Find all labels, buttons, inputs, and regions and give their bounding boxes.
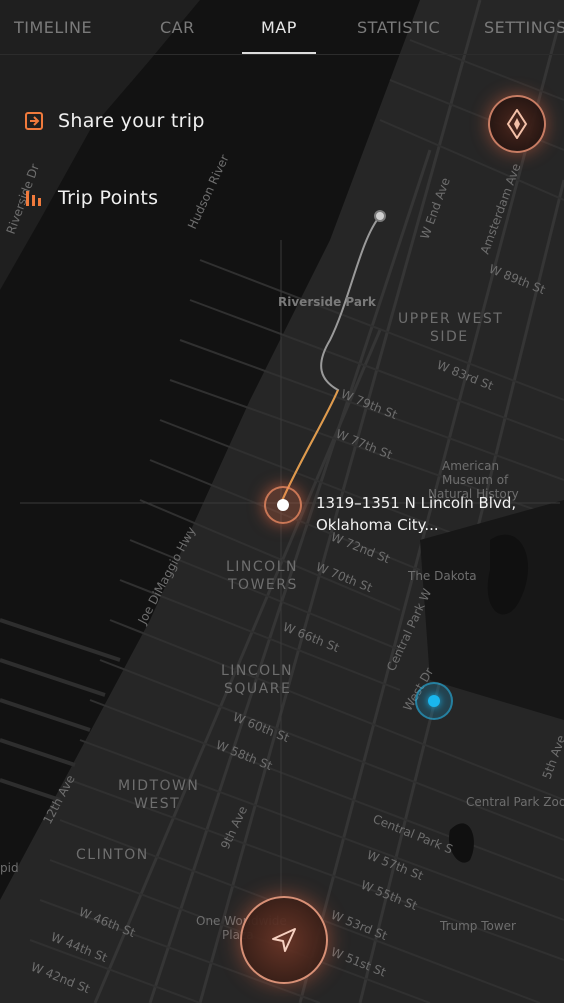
trip-points-icon xyxy=(26,191,41,206)
active-tab-indicator xyxy=(242,52,316,54)
current-location-dot xyxy=(428,695,440,707)
map-label-riverside-park: Riverside Park xyxy=(278,295,377,309)
top-navigation: TIMELINE CAR MAP STATISTIC SETTINGS xyxy=(0,0,564,55)
map-label-midtown-1: MIDTOWN xyxy=(118,778,199,794)
map-label-lincoln-towers-1: LINCOLN xyxy=(226,559,298,575)
map-label-clinton: CLINTON xyxy=(76,847,149,863)
address-line-1: 1319–1351 N Lincoln Blvd, xyxy=(316,494,517,512)
tab-statistic[interactable]: STATISTIC xyxy=(357,18,440,37)
map-label-lincoln-square-2: SQUARE xyxy=(224,681,291,697)
map-label-midtown-2: WEST xyxy=(134,796,180,812)
trip-point-marker-core xyxy=(277,499,289,511)
locate-me-button[interactable] xyxy=(240,896,328,984)
tab-timeline[interactable]: TIMELINE xyxy=(14,18,92,37)
map-label-zoo: Central Park Zoo xyxy=(466,795,564,809)
trip-points-label: Trip Points xyxy=(58,187,159,209)
share-trip-label: Share your trip xyxy=(58,110,205,132)
trip-points-button[interactable]: Trip Points xyxy=(24,187,158,209)
compass-icon xyxy=(506,109,528,139)
trip-point-marker[interactable] xyxy=(264,486,302,524)
tab-car[interactable]: CAR xyxy=(160,18,195,37)
map-label-trump-tower: Trump Tower xyxy=(439,919,516,933)
map-label-museum-2: Museum of xyxy=(442,473,509,487)
tab-map[interactable]: MAP xyxy=(261,18,297,37)
map-label-museum-1: American xyxy=(442,459,499,473)
navigation-arrow-icon xyxy=(272,928,296,952)
current-location-marker xyxy=(415,682,453,720)
share-trip-button[interactable]: Share your trip xyxy=(24,110,205,132)
map-label-dakota: The Dakota xyxy=(407,569,477,583)
address-line-2: Oklahoma City... xyxy=(316,516,439,534)
tab-settings[interactable]: SETTINGS xyxy=(484,18,564,37)
map-label-pid: pid xyxy=(0,861,19,875)
compass-button[interactable] xyxy=(488,95,546,153)
map-label-lincoln-square-1: LINCOLN xyxy=(221,663,293,679)
trip-point-address: 1319–1351 N Lincoln Blvd, Oklahoma City.… xyxy=(316,492,516,536)
map-label-upper-west-1: UPPER WEST xyxy=(398,311,503,327)
share-icon xyxy=(25,112,43,130)
map-label-upper-west-2: SIDE xyxy=(430,329,469,345)
map-label-lincoln-towers-2: TOWERS xyxy=(227,577,298,593)
trip-start-marker[interactable] xyxy=(374,210,386,222)
